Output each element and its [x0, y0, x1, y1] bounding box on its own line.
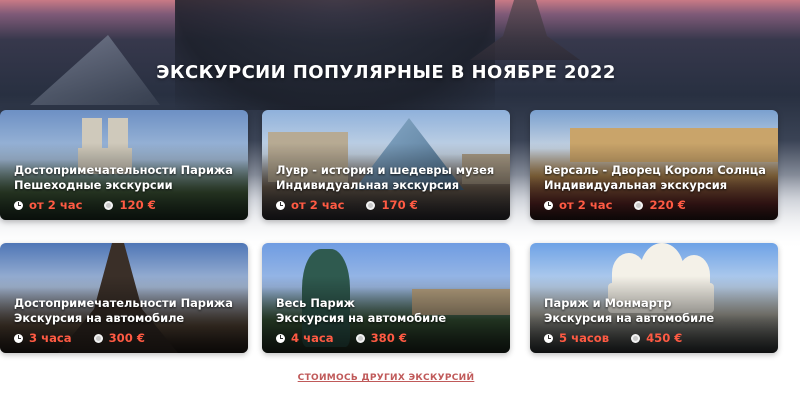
tour-meta: 4 часа 380 €	[276, 331, 407, 345]
tour-title-line2: Индивидуальная экскурсия	[544, 178, 728, 192]
more-tours-link[interactable]: СТОИМОСЬ ДРУГИХ ЭКСКУРСИЙ	[0, 373, 772, 383]
hero-dome-silhouette	[175, 0, 495, 110]
tour-price: 170 €	[381, 198, 418, 212]
tour-title-line1: Достопримечательности Парижа	[14, 296, 233, 310]
tour-price: 380 €	[370, 331, 407, 345]
clock-icon	[276, 333, 285, 343]
tour-duration: 5 часов	[559, 331, 610, 345]
tour-meta: от 2 час 170 €	[276, 198, 418, 212]
tour-title: Лувр - история и шедевры музея Индивидуа…	[276, 163, 501, 193]
price-icon	[631, 333, 641, 343]
tour-title-line1: Версаль - Дворец Короля Солнца	[544, 163, 766, 177]
tour-card[interactable]: Достопримечательности Парижа Экскурсия н…	[0, 243, 248, 353]
tour-title-line1: Лувр - история и шедевры музея	[276, 163, 495, 177]
tour-duration: от 2 час	[29, 198, 83, 212]
price-icon	[93, 333, 103, 343]
tour-card[interactable]: Версаль - Дворец Короля Солнца Индивидуа…	[530, 110, 778, 220]
tour-card[interactable]: Лувр - история и шедевры музея Индивидуа…	[262, 110, 510, 220]
price-icon	[366, 200, 376, 210]
tour-card[interactable]: Достопримечательности Парижа Пешеходные …	[0, 110, 248, 220]
tour-title-line2: Индивидуальная экскурсия	[276, 178, 460, 192]
tour-price: 300 €	[108, 331, 145, 345]
tour-price: 120 €	[119, 198, 156, 212]
tour-card[interactable]: Париж и Монмартр Экскурсия на автомобиле…	[530, 243, 778, 353]
tour-duration: 4 часа	[291, 331, 334, 345]
section-title: ЭКСКУРСИИ ПОПУЛЯРНЫЕ В НОЯБРЕ 2022	[156, 62, 616, 83]
tour-title-line2: Экскурсия на автомобиле	[544, 311, 715, 325]
tour-title: Весь Париж Экскурсия на автомобиле	[276, 296, 501, 326]
tour-title-line2: Экскурсия на автомобиле	[14, 311, 185, 325]
tour-title-line1: Весь Париж	[276, 296, 356, 310]
tour-price: 220 €	[649, 198, 686, 212]
tour-title: Достопримечательности Парижа Экскурсия н…	[14, 296, 239, 326]
clock-icon	[544, 333, 553, 343]
tour-price: 450 €	[646, 331, 683, 345]
tour-title-line1: Париж и Монмартр	[544, 296, 672, 310]
price-icon	[104, 200, 114, 210]
clock-icon	[544, 200, 553, 210]
tour-card[interactable]: Весь Париж Экскурсия на автомобиле 4 час…	[262, 243, 510, 353]
tour-meta: 3 часа 300 €	[14, 331, 145, 345]
tour-meta: от 2 час 220 €	[544, 198, 686, 212]
clock-icon	[276, 200, 285, 210]
price-icon	[355, 333, 365, 343]
clock-icon	[14, 333, 23, 343]
tour-title-line2: Пешеходные экскурсии	[14, 178, 173, 192]
tour-title-line1: Достопримечательности Парижа	[14, 163, 233, 177]
tour-duration: от 2 час	[291, 198, 345, 212]
tour-title: Достопримечательности Парижа Пешеходные …	[14, 163, 239, 193]
tour-title: Версаль - Дворец Короля Солнца Индивидуа…	[544, 163, 769, 193]
price-icon	[634, 200, 644, 210]
tour-title: Париж и Монмартр Экскурсия на автомобиле	[544, 296, 769, 326]
tour-meta: 5 часов 450 €	[544, 331, 682, 345]
tour-title-line2: Экскурсия на автомобиле	[276, 311, 447, 325]
tour-duration: от 2 час	[559, 198, 613, 212]
tour-meta: от 2 час 120 €	[14, 198, 156, 212]
tour-duration: 3 часа	[29, 331, 72, 345]
clock-icon	[14, 200, 23, 210]
